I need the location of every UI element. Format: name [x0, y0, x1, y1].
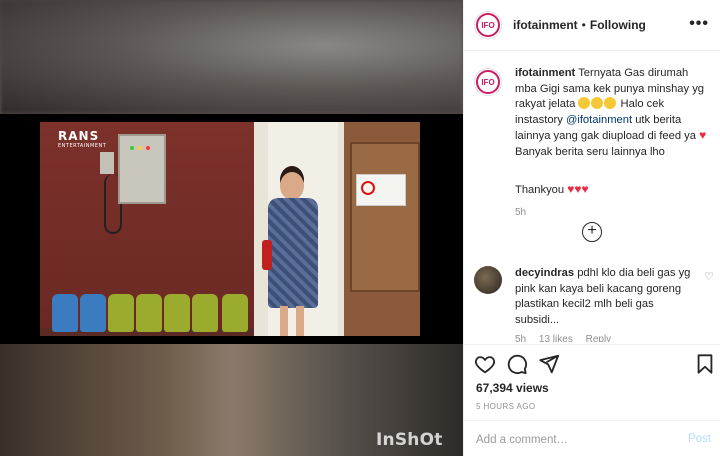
like-comment-icon[interactable]: ♡ [704, 270, 714, 283]
post-sidebar: IFO ifotainment • Following ••• IFO ifot… [463, 0, 720, 456]
avatar[interactable] [474, 266, 502, 294]
channel-logo: RANS ENTERTAINMENT [58, 129, 107, 149]
avatar[interactable]: IFO [474, 11, 502, 39]
gas-tank [52, 294, 78, 332]
post-timestamp[interactable]: 5 HOURS AGO [476, 402, 536, 411]
post-button[interactable]: Post [688, 433, 711, 445]
grin-emoji-icon [578, 97, 617, 110]
video-frame[interactable] [40, 122, 420, 336]
comment-input[interactable] [476, 431, 666, 449]
more-options-icon[interactable]: ••• [689, 15, 709, 33]
caption-username[interactable]: ifotainment [515, 67, 575, 79]
inshot-watermark: InShOt [376, 430, 443, 450]
post-media[interactable]: RANS ENTERTAINMENT InShOt [0, 0, 463, 456]
comment-time[interactable]: 5h [515, 334, 526, 342]
comments-list[interactable]: IFO ifotainment Ternyata Gas dirumah mba… [464, 52, 720, 342]
share-icon[interactable] [538, 353, 560, 375]
gas-tank [80, 294, 106, 332]
person [262, 172, 322, 336]
caption-text: ifotainment Ternyata Gas dirumah mba Gig… [515, 67, 707, 158]
comment-icon[interactable] [506, 353, 528, 375]
comment-meta: 5h 13 likes Reply [515, 334, 621, 342]
gas-tank [164, 294, 190, 332]
bookmark-icon[interactable] [694, 353, 716, 375]
caption-time[interactable]: 5h [515, 207, 526, 218]
post-header: IFO ifotainment • Following ••• [464, 0, 720, 51]
heart-icon[interactable] [474, 353, 496, 375]
comment-likes[interactable]: 13 likes [539, 334, 573, 342]
load-more-comments-icon[interactable]: + [582, 222, 602, 242]
cabinet [350, 142, 420, 292]
blurred-background-top [0, 0, 463, 114]
heart-emoji-icon: ♥♥♥ [567, 182, 589, 196]
gas-tank [108, 294, 134, 332]
wall-box [100, 152, 114, 174]
avatar[interactable]: IFO [474, 68, 502, 96]
caption-thanks: Thankyou ♥♥♥ [515, 182, 589, 196]
action-bar: 67,394 views 5 HOURS AGO [464, 344, 720, 418]
gas-tank [136, 294, 162, 332]
heart-emoji-icon: ♥ [699, 128, 707, 142]
view-count[interactable]: 67,394 views [476, 381, 549, 395]
reply-button[interactable]: Reply [586, 334, 612, 342]
comment-username[interactable]: decyindras [515, 267, 574, 279]
no-smoking-sign [356, 174, 406, 206]
following-button[interactable]: Following [590, 18, 646, 32]
mention-link[interactable]: @ifotainment [566, 114, 632, 126]
username-link[interactable]: ifotainment [513, 18, 578, 32]
gas-tank [192, 294, 218, 332]
comment-text: decyindras pdhl klo dia beli gas yg pink… [515, 267, 691, 326]
add-comment-bar: Post [464, 420, 720, 456]
gas-tank [222, 294, 248, 332]
electrical-panel [118, 134, 166, 204]
separator-dot: • [581, 18, 586, 32]
